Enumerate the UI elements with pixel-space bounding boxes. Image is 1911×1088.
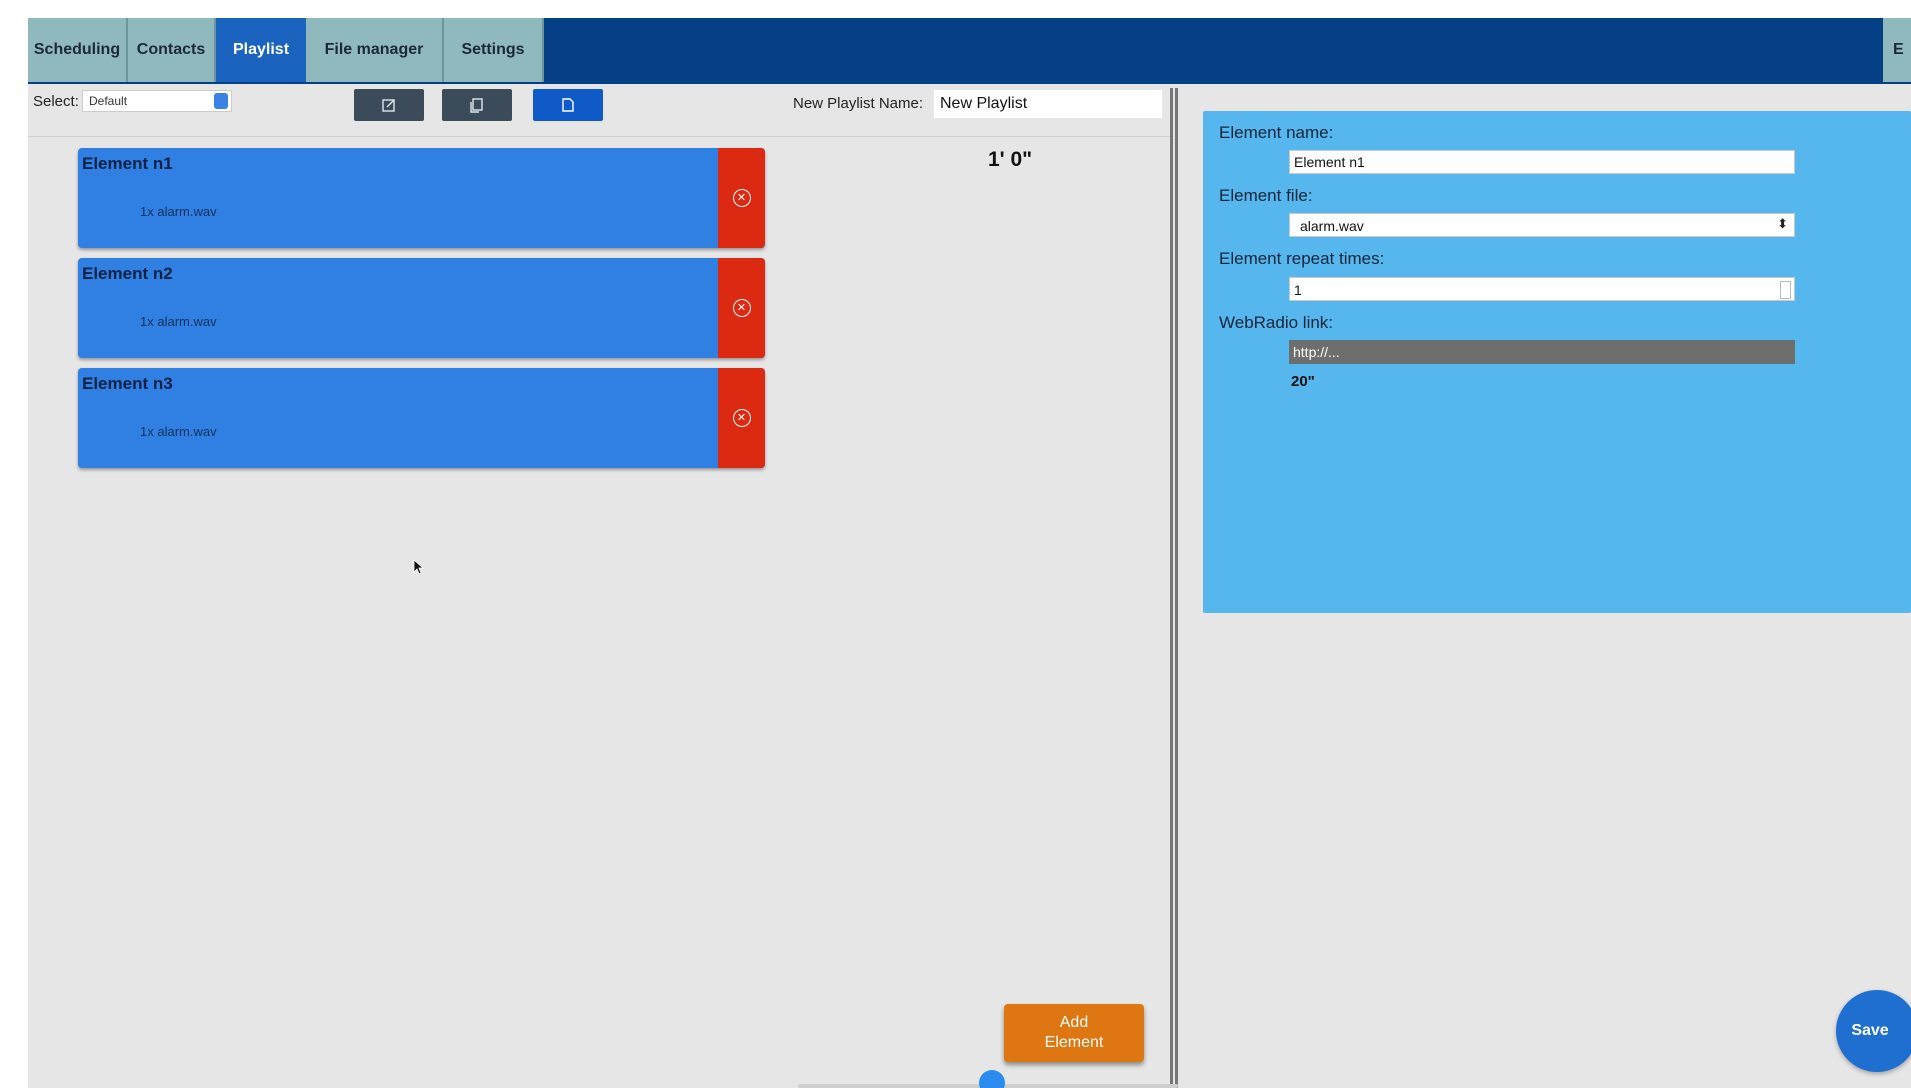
element-editor-panel: Element name: Element file: alarm.wav ⬍ … — [1203, 111, 1911, 613]
tab-scheduling[interactable]: Scheduling — [28, 18, 128, 82]
playlist-element[interactable]: Element n3 1x alarm.wav ✕ — [78, 368, 765, 468]
add-element-label-line2: Element — [1044, 1034, 1104, 1051]
playlist-select-value: Default — [89, 94, 128, 108]
element-file-value: alarm.wav — [1300, 218, 1364, 234]
tab-contacts[interactable]: Contacts — [128, 18, 216, 82]
edit-playlist-button[interactable] — [354, 89, 424, 121]
webradio-link-input[interactable]: http://... — [1289, 340, 1795, 364]
element-title: Element n3 — [82, 374, 173, 393]
playlist-total-duration: 1' 0" — [988, 148, 1033, 171]
element-file: 1x alarm.wav — [140, 314, 217, 329]
delete-element-button[interactable]: ✕ — [718, 148, 765, 248]
tab-overflow[interactable]: E — [1883, 18, 1911, 82]
repeat-times-input[interactable]: 1 — [1289, 277, 1795, 301]
edit-icon — [382, 99, 395, 112]
playlist-element[interactable]: Element n2 1x alarm.wav ✕ — [78, 258, 765, 358]
new-playlist-button[interactable] — [533, 89, 603, 121]
add-element-label-line1: Add — [1059, 1014, 1089, 1031]
repeat-times-value: 1 — [1294, 282, 1302, 298]
element-file: 1x alarm.wav — [140, 424, 217, 439]
close-circle-icon: ✕ — [732, 189, 751, 207]
new-playlist-name-input[interactable] — [934, 90, 1162, 118]
element-name-input[interactable] — [1289, 150, 1795, 174]
tab-file-manager[interactable]: File manager — [306, 18, 444, 82]
new-file-icon — [562, 98, 574, 112]
app-window: Scheduling Contacts Playlist File manage… — [28, 18, 1911, 1088]
copy-playlist-button[interactable] — [442, 89, 512, 121]
toolbar-divider — [28, 136, 1170, 137]
repeat-times-label: Element repeat times: — [1219, 249, 1385, 268]
delete-element-button[interactable]: ✕ — [718, 368, 765, 468]
tab-playlist[interactable]: Playlist — [216, 18, 306, 82]
number-spinner-icon[interactable] — [1780, 281, 1791, 299]
save-button[interactable]: Save — [1836, 990, 1911, 1072]
playlist-element[interactable]: Element n1 1x alarm.wav ✕ — [78, 148, 765, 248]
element-title: Element n2 — [82, 264, 173, 283]
close-circle-icon: ✕ — [732, 299, 751, 317]
close-circle-icon: ✕ — [732, 409, 751, 427]
element-title: Element n1 — [82, 154, 173, 173]
select-arrows-icon: ⬍ — [1777, 216, 1788, 231]
add-element-button[interactable]: Add Element — [1004, 1004, 1144, 1062]
select-stepper-icon[interactable] — [214, 93, 228, 109]
select-label: Select: — [33, 93, 79, 110]
top-nav-bar: Scheduling Contacts Playlist File manage… — [28, 18, 1911, 84]
copy-icon — [470, 98, 483, 113]
playlist-select[interactable]: Default — [82, 90, 232, 112]
delete-element-button[interactable]: ✕ — [718, 258, 765, 358]
new-playlist-name-label: New Playlist Name: — [793, 95, 924, 112]
element-file-label: Element file: — [1219, 186, 1313, 205]
element-duration: 20" — [1291, 373, 1315, 390]
panel-splitter[interactable] — [1170, 88, 1178, 1088]
element-file-select[interactable]: alarm.wav ⬍ — [1289, 213, 1795, 237]
element-name-label: Element name: — [1219, 123, 1334, 142]
element-file: 1x alarm.wav — [140, 204, 217, 219]
add-element-label: Add Element — [1045, 1013, 1104, 1053]
tab-settings[interactable]: Settings — [444, 18, 544, 82]
webradio-link-label: WebRadio link: — [1219, 313, 1334, 332]
zoom-slider-thumb[interactable] — [979, 1070, 1005, 1088]
webradio-link-placeholder: http://... — [1293, 344, 1340, 360]
